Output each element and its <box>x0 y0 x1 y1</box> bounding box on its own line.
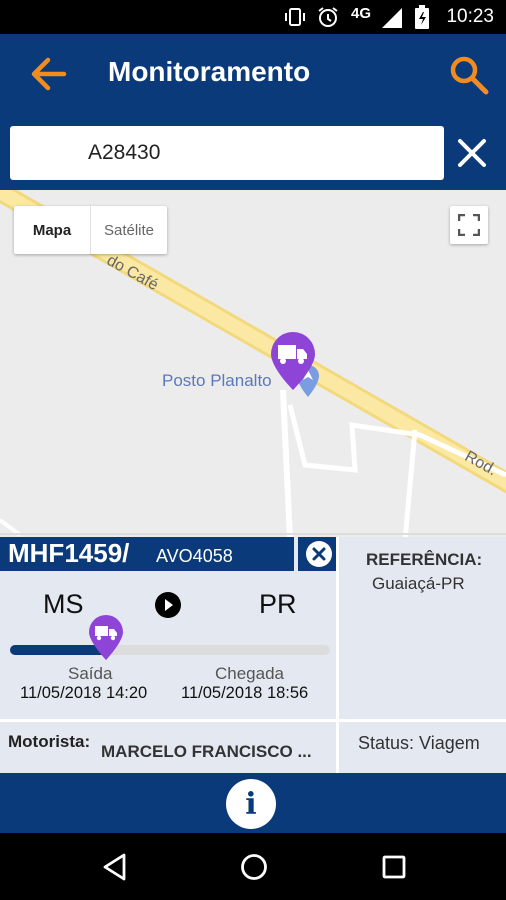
truck-pin-icon[interactable] <box>268 330 318 392</box>
route-progress-track <box>10 645 330 655</box>
map-type-toggle: Mapa Satélite <box>14 206 167 254</box>
app-bar: Monitoramento <box>0 34 506 114</box>
network-type: 4G <box>351 5 372 22</box>
origin-uf: MS <box>43 589 84 619</box>
map-type-satelite[interactable]: Satélite <box>91 206 167 254</box>
alarm-icon <box>318 7 338 27</box>
plate-header: MHF1459/ AVO4058 <box>0 537 294 571</box>
signal-icon <box>382 8 402 28</box>
fullscreen-button[interactable] <box>450 206 488 244</box>
poi-label: Posto Planalto <box>162 371 272 390</box>
vibrate-icon <box>285 8 305 26</box>
arrival-label: Chegada <box>215 664 285 683</box>
search-input[interactable] <box>10 126 444 180</box>
play-icon[interactable] <box>154 591 182 619</box>
page-title: Monitoramento <box>108 56 311 87</box>
vehicle-plate: MHF1459/ <box>8 538 130 568</box>
trailer-plate: AVO4058 <box>156 546 233 566</box>
arrival-time: 11/05/2018 18:56 <box>181 684 309 702</box>
clock: 10:23 <box>446 6 494 27</box>
trip-status: Status: Viagem <box>358 733 480 753</box>
truck-progress-icon <box>89 615 123 660</box>
arrow-left-icon[interactable] <box>28 54 68 94</box>
close-circle-icon <box>306 541 332 567</box>
info-button[interactable]: i <box>226 779 276 829</box>
home-nav-icon[interactable] <box>240 853 268 881</box>
bottom-bar: i <box>0 773 506 833</box>
vehicle-panel: MHF1459/ AVO4058 MS PR Saída 11/05/2018 … <box>0 537 506 773</box>
driver-label: Motorista: <box>8 732 91 751</box>
map-type-mapa[interactable]: Mapa <box>14 206 91 254</box>
panel-close-button[interactable] <box>298 537 338 571</box>
system-nav-bar <box>0 833 506 900</box>
map-view[interactable]: Mapa Satélite do Café Rod. Posto Planalt… <box>0 190 506 540</box>
fullscreen-icon <box>458 214 480 236</box>
row-divider <box>0 719 506 722</box>
column-divider <box>336 537 339 773</box>
departure-time: 11/05/2018 14:20 <box>20 684 148 702</box>
recents-nav-icon[interactable] <box>382 855 406 879</box>
reference-value: Guaiaçá-PR <box>372 574 465 593</box>
search-icon[interactable] <box>448 54 490 96</box>
back-nav-icon[interactable] <box>102 853 128 881</box>
status-bar: 4G 10:23 <box>0 0 506 34</box>
departure-label: Saída <box>68 664 113 683</box>
driver-name: MARCELO FRANCISCO ... <box>101 742 312 761</box>
destination-uf: PR <box>259 589 297 619</box>
reference-title: REFERÊNCIA: <box>366 550 483 569</box>
close-icon[interactable] <box>456 137 488 169</box>
battery-icon <box>415 5 429 29</box>
